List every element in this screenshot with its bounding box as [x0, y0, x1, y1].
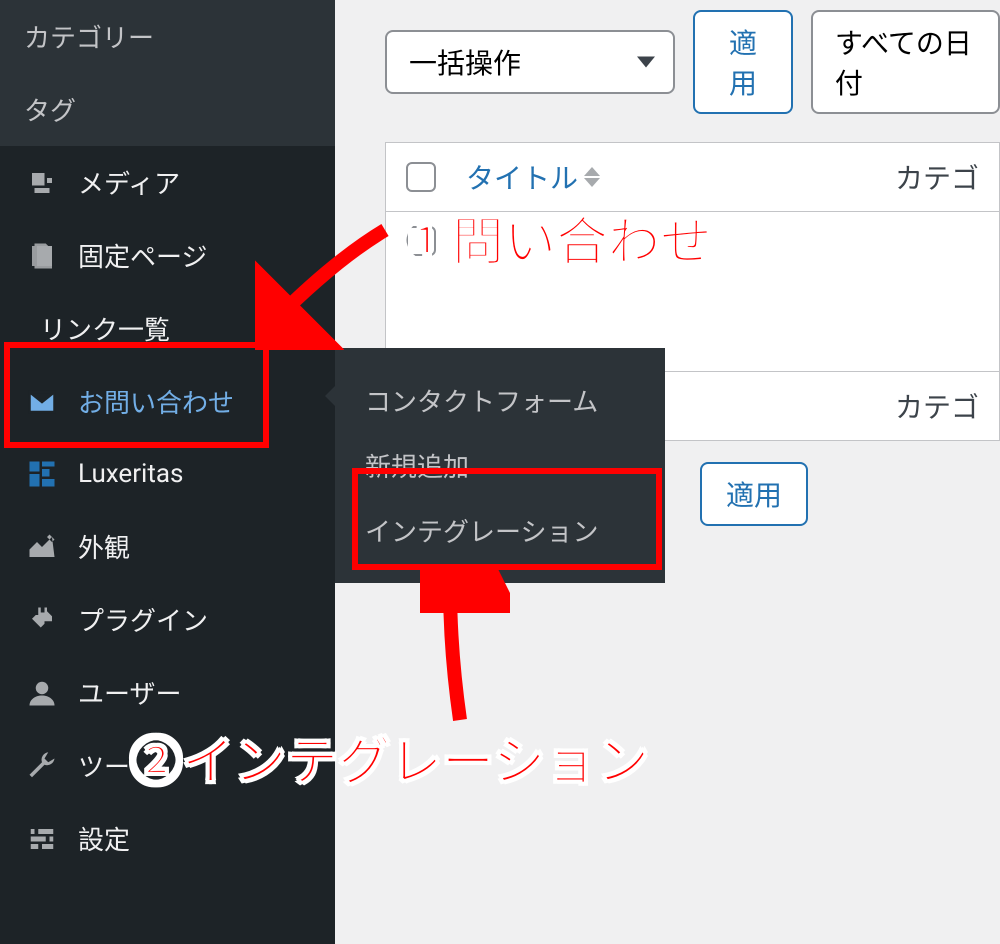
column-category-header: カテゴ	[895, 157, 979, 197]
select-all-checkbox-top[interactable]	[406, 162, 436, 192]
settings-icon	[24, 821, 60, 857]
annotation-text-1: ①問い合わせ	[400, 200, 712, 275]
submenu-item-integration[interactable]: インテグレーション	[335, 498, 665, 563]
submenu-pointer	[325, 380, 341, 412]
bulk-action-select[interactable]: 一括操作	[385, 30, 675, 94]
mail-icon	[24, 384, 60, 420]
pages-icon	[24, 238, 60, 274]
apply-button-bottom[interactable]: 適用	[700, 462, 808, 526]
appearance-icon	[24, 529, 60, 565]
sidebar-item-label: メディア	[78, 164, 180, 201]
sidebar-item-label: ツー	[78, 747, 130, 784]
submenu-item-label: 新規追加	[365, 453, 469, 483]
annotation-text-2: ②インテグレーション	[130, 720, 649, 795]
plugins-icon	[24, 602, 60, 638]
sidebar-item-contact[interactable]: お問い合わせ	[0, 365, 335, 438]
sidebar-item-settings[interactable]: 設定	[0, 802, 335, 875]
sidebar-item-categories[interactable]: カテゴリー	[0, 0, 335, 73]
sidebar-item-appearance[interactable]: 外観	[0, 510, 335, 583]
sidebar-item-label: プラグイン	[78, 601, 208, 638]
sidebar-item-label: 固定ページ	[78, 237, 207, 274]
sidebar-item-users[interactable]: ユーザー	[0, 656, 335, 729]
users-icon	[24, 675, 60, 711]
apply-button-top[interactable]: 適用	[693, 10, 793, 114]
column-title-text: タイトル	[466, 157, 578, 197]
date-filter-label: すべての日付	[835, 27, 972, 100]
luxeritas-icon	[24, 456, 60, 492]
sidebar-item-media[interactable]: メディア	[0, 146, 335, 219]
column-category-footer: カテゴ	[895, 386, 979, 426]
submenu-item-label: インテグレーション	[365, 518, 598, 548]
sidebar-item-label: リンク一覧	[40, 310, 170, 347]
submenu-item-add-new[interactable]: 新規追加	[335, 433, 665, 498]
tools-icon	[24, 748, 60, 784]
sort-icon	[584, 167, 600, 187]
sidebar-item-luxeritas[interactable]: Luxeritas	[0, 438, 335, 510]
date-filter-select[interactable]: すべての日付	[811, 10, 1000, 114]
sidebar-item-plugins[interactable]: プラグイン	[0, 583, 335, 656]
sidebar-item-label: タグ	[24, 91, 76, 128]
column-title-header[interactable]: タイトル	[466, 157, 600, 197]
contact-submenu: コンタクトフォーム 新規追加 インテグレーション	[335, 348, 665, 583]
sidebar-item-label: お問い合わせ	[78, 383, 234, 420]
top-controls: 一括操作 適用 すべての日付	[385, 10, 1000, 114]
submenu-item-label: コンタクトフォーム	[365, 388, 598, 418]
sidebar-item-label: ユーザー	[78, 674, 181, 711]
media-icon	[24, 165, 60, 201]
sidebar-item-label: Luxeritas	[78, 459, 183, 489]
sidebar-item-pages[interactable]: 固定ページ	[0, 219, 335, 292]
submenu-item-contact-forms[interactable]: コンタクトフォーム	[335, 368, 665, 433]
sidebar-item-links[interactable]: リンク一覧	[0, 292, 335, 365]
sidebar-item-label: カテゴリー	[24, 18, 154, 55]
sidebar-item-label: 設定	[78, 820, 130, 857]
bulk-action-label: 一括操作	[409, 47, 521, 80]
admin-sidebar: カテゴリー タグ メディア 固定ページ リンク一覧 お問い合わせ Luxerit…	[0, 0, 335, 944]
sidebar-item-tags[interactable]: タグ	[0, 73, 335, 146]
sidebar-item-label: 外観	[78, 528, 130, 565]
